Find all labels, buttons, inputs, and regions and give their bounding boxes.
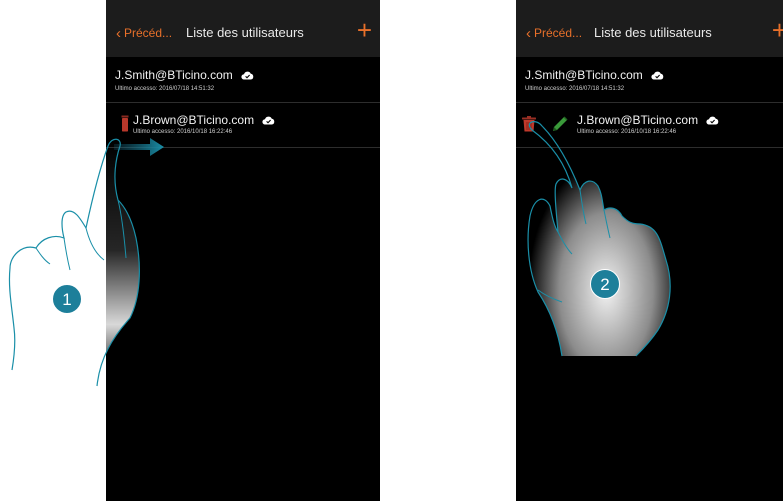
back-label: Précéd...: [124, 26, 173, 40]
user-last-access: Ultimo accesso: 2016/07/18 14:51:32: [525, 86, 625, 92]
cloud-check-icon: [651, 69, 664, 83]
add-user-button[interactable]: +: [357, 17, 372, 43]
page-title: Liste des utilisateurs: [594, 25, 712, 40]
trash-icon[interactable]: [121, 115, 129, 132]
user-email: J.Brown@BTicino.com: [133, 113, 275, 128]
user-email: J.Smith@BTicino.com: [115, 68, 254, 83]
chevron-left-icon: ‹: [526, 25, 531, 42]
user-row-smith[interactable]: J.Smith@BTicino.com Ultimo accesso: 2016…: [106, 57, 380, 103]
user-row-smith[interactable]: J.Smith@BTicino.com Ultimo accesso: 2016…: [516, 57, 783, 103]
page-title: Liste des utilisateurs: [186, 25, 304, 40]
nav-bar: ‹ Précéd... Liste des utilisateurs +: [106, 0, 380, 57]
cloud-check-icon: [241, 69, 254, 83]
nav-bar: ‹ Précéd... Liste des utilisateurs +: [516, 0, 783, 57]
hand-tap-gesture: [527, 121, 671, 357]
user-email: J.Smith@BTicino.com: [525, 68, 664, 83]
cloud-check-icon: [262, 114, 275, 128]
back-label: Précéd...: [534, 26, 583, 40]
add-user-button[interactable]: +: [772, 17, 783, 43]
user-last-access: Ultimo accesso: 2016/10/18 16:22:46: [133, 129, 233, 135]
cloud-check-icon: [706, 114, 719, 128]
back-button[interactable]: ‹ Précéd...: [526, 24, 583, 42]
hand-swipe-gesture: [8, 138, 140, 387]
back-button[interactable]: ‹ Précéd...: [116, 24, 173, 42]
user-last-access: Ultimo accesso: 2016/07/18 14:51:32: [115, 86, 215, 92]
step-badge-1: 1: [52, 284, 82, 314]
step-badge-2: 2: [590, 269, 620, 299]
chevron-left-icon: ‹: [116, 25, 121, 42]
